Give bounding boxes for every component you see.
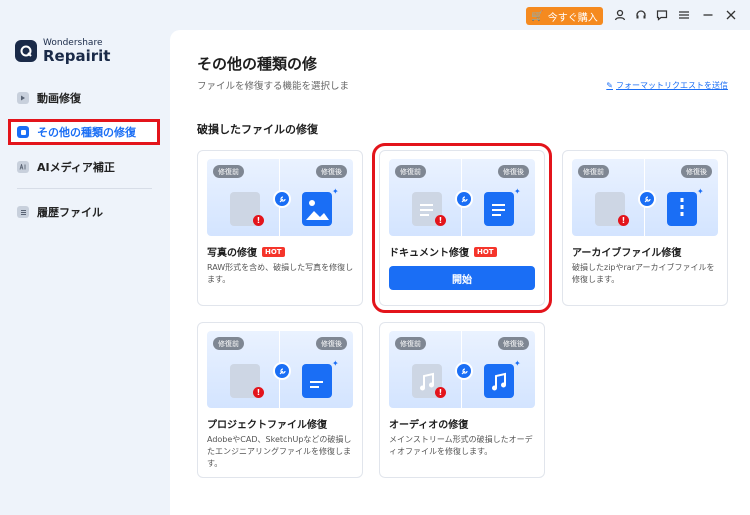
minimize-icon[interactable] bbox=[699, 6, 717, 24]
card-photo-repair[interactable]: 修復前 修復後 ! ✦ 写真の修復 HOT RAW形式を含め、破損した写真を修復… bbox=[197, 150, 363, 306]
brand-product: Repairit bbox=[43, 47, 111, 65]
wrench-icon bbox=[273, 190, 291, 208]
sidebar-item-history[interactable]: 履歴ファイル bbox=[8, 199, 160, 225]
badge-before: 修復前 bbox=[578, 165, 609, 178]
page-title: その他の種類の修 bbox=[197, 55, 318, 73]
warning-icon: ! bbox=[253, 215, 264, 226]
sidebar-divider bbox=[17, 188, 152, 189]
badge-after: 修復後 bbox=[498, 165, 529, 178]
badge-after: 修復後 bbox=[316, 165, 347, 178]
hot-badge: HOT bbox=[262, 246, 285, 257]
buy-now-label: 今すぐ購入 bbox=[547, 12, 598, 24]
repairit-logo-icon bbox=[15, 40, 37, 62]
badge-after: 修復後 bbox=[316, 337, 347, 350]
main-panel: その他の種類の修 ファイルを修復する機能を選択しま ✎ フォーマットリクエストを… bbox=[170, 30, 750, 515]
archive-icon bbox=[667, 192, 697, 226]
format-request-label: フォーマットリクエストを送信 bbox=[616, 81, 728, 90]
card-thumbnail: 修復前 修復後 ! ✦ bbox=[207, 159, 353, 236]
repair-tool-icon bbox=[17, 126, 29, 138]
ai-icon bbox=[17, 161, 29, 173]
sidebar-item-video-repair[interactable]: 動画修復 bbox=[8, 85, 160, 111]
sparkle-icon: ✦ bbox=[697, 187, 704, 196]
badge-before: 修復前 bbox=[213, 165, 244, 178]
wrench-icon bbox=[455, 190, 473, 208]
warning-icon: ! bbox=[253, 387, 264, 398]
card-title: プロジェクトファイル修復 bbox=[207, 420, 327, 431]
card-thumbnail: 修復前 修復後 ! ✦ bbox=[389, 331, 535, 408]
audio-icon bbox=[484, 364, 514, 398]
warning-icon: ! bbox=[618, 215, 629, 226]
sidebar-item-label: 動画修復 bbox=[37, 92, 81, 105]
close-icon[interactable] bbox=[722, 6, 740, 24]
card-description: 破損したzipやrarアーカイブファイルを修復します。 bbox=[572, 263, 715, 284]
hot-badge: HOT bbox=[474, 246, 497, 257]
menu-icon[interactable] bbox=[675, 6, 693, 24]
card-description: メインストリーム形式の破損したオーディオファイルを修復します。 bbox=[389, 435, 533, 456]
badge-after: 修復後 bbox=[681, 165, 712, 178]
card-title: 写真の修復 bbox=[207, 248, 257, 259]
sparkle-icon: ✦ bbox=[332, 187, 339, 196]
sparkle-icon: ✦ bbox=[514, 187, 521, 196]
card-thumbnail: 修復前 修復後 ! ✦ bbox=[572, 159, 718, 236]
card-project-repair[interactable]: 修復前 修復後 ! ✦ プロジェクトファイル修復 AdobeやCAD、Sketc… bbox=[197, 322, 363, 478]
sidebar: Wondershare Repairit 動画修復 その他の種類の修復 AIメデ… bbox=[0, 30, 170, 515]
start-button[interactable]: 開始 bbox=[389, 266, 535, 290]
brand-logo: Wondershare Repairit bbox=[15, 38, 110, 64]
sparkle-icon: ✦ bbox=[332, 359, 339, 368]
buy-now-button[interactable]: 🛒 今すぐ購入 bbox=[526, 7, 603, 25]
badge-before: 修復前 bbox=[395, 337, 426, 350]
video-play-icon bbox=[17, 92, 29, 104]
card-audio-repair[interactable]: 修復前 修復後 ! ✦ オーディオの修復 メインストリーム形式の破損したオーディ… bbox=[379, 322, 545, 478]
title-bar: 🛒 今すぐ購入 bbox=[0, 0, 750, 30]
document-icon bbox=[484, 192, 514, 226]
wrench-icon bbox=[638, 190, 656, 208]
badge-before: 修復前 bbox=[213, 337, 244, 350]
chat-icon[interactable] bbox=[653, 6, 671, 24]
headset-icon[interactable] bbox=[632, 6, 650, 24]
sidebar-item-label: 履歴ファイル bbox=[37, 206, 103, 219]
sidebar-item-label: その他の種類の修復 bbox=[37, 126, 136, 139]
photo-icon bbox=[302, 192, 332, 226]
edit-icon: ✎ bbox=[606, 81, 613, 90]
section-title: 破損したファイルの修復 bbox=[197, 123, 318, 136]
badge-before: 修復前 bbox=[395, 165, 426, 178]
sidebar-item-ai-enhance[interactable]: AIメディア補正 bbox=[8, 154, 160, 180]
cart-icon: 🛒 bbox=[531, 10, 544, 22]
card-description: RAW形式を含め、破損した写真を修復します。 bbox=[207, 263, 354, 284]
card-document-repair[interactable]: 修復前 修復後 ! ✦ ドキュメント修復 HOT 開始 bbox=[372, 143, 552, 313]
sidebar-item-label: AIメディア補正 bbox=[37, 161, 115, 174]
card-title: ドキュメント修復 bbox=[389, 248, 469, 259]
folder-icon bbox=[302, 364, 332, 398]
warning-icon: ! bbox=[435, 387, 446, 398]
wrench-icon bbox=[273, 362, 291, 380]
page-subtitle: ファイルを修復する機能を選択しま bbox=[197, 81, 350, 92]
wrench-icon bbox=[455, 362, 473, 380]
card-title: オーディオの修復 bbox=[389, 420, 469, 431]
sidebar-item-other-repair[interactable]: その他の種類の修復 bbox=[8, 119, 160, 145]
card-title: アーカイブファイル修復 bbox=[572, 248, 682, 259]
warning-icon: ! bbox=[435, 215, 446, 226]
history-file-icon bbox=[17, 206, 29, 218]
card-description: AdobeやCAD、SketchUpなどの破損したエンジニアリングファイルを修復… bbox=[207, 435, 352, 468]
card-thumbnail: 修復前 修復後 ! ✦ bbox=[389, 159, 535, 236]
card-archive-repair[interactable]: 修復前 修復後 ! ✦ アーカイブファイル修復 破損したzipやrarアーカイブ… bbox=[562, 150, 728, 306]
badge-after: 修復後 bbox=[498, 337, 529, 350]
user-icon[interactable] bbox=[611, 6, 629, 24]
card-thumbnail: 修復前 修復後 ! ✦ bbox=[207, 331, 353, 408]
sparkle-icon: ✦ bbox=[514, 359, 521, 368]
format-request-link[interactable]: ✎ フォーマットリクエストを送信 bbox=[606, 80, 728, 91]
